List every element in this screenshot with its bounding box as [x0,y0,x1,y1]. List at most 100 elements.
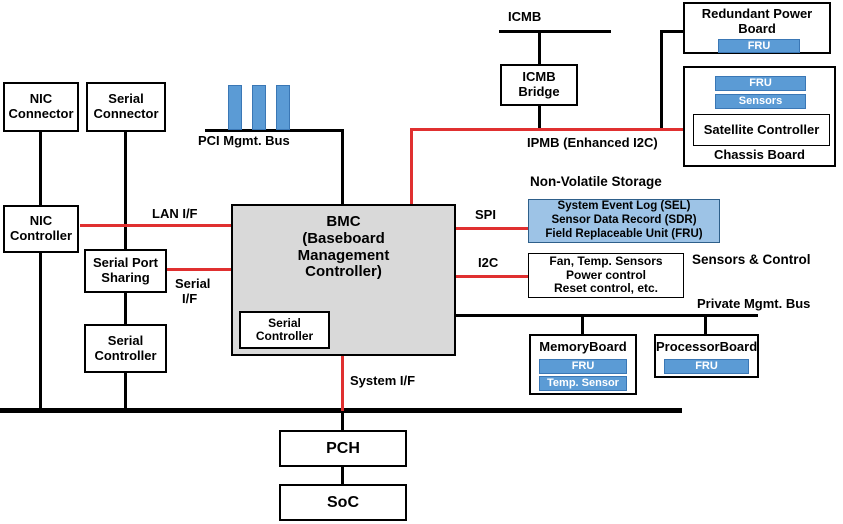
sensors-control-box[interactable]: Fan, Temp. Sensors Power control Reset c… [528,253,684,298]
serial-if-label-2: I/F [182,291,198,306]
serial-controller-label-1: Serial [107,332,144,348]
bmc-label-2: (Baseboard [302,229,385,247]
pch-label: PCH [326,439,360,457]
soc-box[interactable]: SoC [279,484,407,521]
icmb-bridge-label-2: Bridge [518,84,560,99]
nic-controller-label-2: Controller [9,228,73,243]
line-rpb-to-ipmb [660,30,663,130]
memory-board-label: MemoryBoard [539,339,627,354]
redundant-power-board-label-1: Redundant Power [701,6,813,21]
processor-board-fru-badge: FRU [664,359,749,374]
serial-port-sharing-label-1: Serial Port [92,255,159,271]
line-lan-if [80,224,232,227]
processor-board-label: ProcessorBoard [656,339,758,354]
nvs-line-2: Sensor Data Record (SDR) [551,214,697,227]
fru-badge-label: FRU [747,39,771,52]
line-pci-bus-to-bmc [341,129,344,206]
non-volatile-storage-label: Non-Volatile Storage [530,174,662,189]
pci-slot-bar-3 [276,85,290,130]
serial-connector-label-1: Serial [108,91,144,107]
satellite-controller-label: Satellite Controller [703,121,820,137]
memory-board-temp-sensor-badge: Temp. Sensor [539,376,627,391]
line-pch-to-soc [341,466,344,485]
spi-label: SPI [475,207,496,222]
line-serial-connector-to-sharing [124,131,127,250]
line-icmb-bus [499,30,611,33]
line-sharing-to-serial-controller [124,292,127,325]
line-rpb-stub [660,30,684,33]
serial-port-sharing-box[interactable]: Serial Port Sharing [84,249,167,293]
memory-board-temp-sensor-label: Temp. Sensor [547,377,619,389]
serial-controller-label-2: Controller [94,347,157,363]
bmc-label-1: BMC [326,213,361,230]
satellite-controller-box[interactable]: Satellite Controller [693,114,830,146]
serial-connector-box[interactable]: Serial Connector [86,82,166,132]
line-bmc-to-private-bus-h [455,314,758,317]
line-system-if [341,355,344,411]
sensors-box-line-1: Fan, Temp. Sensors [549,254,663,269]
processor-board-fru-label: FRU [695,360,718,372]
line-private-bus-to-processorboard [704,314,707,334]
line-nic-connector-to-controller [39,131,42,211]
bmc-serial-controller-box[interactable]: Serial Controller [239,311,330,349]
bmc-label-4: Controller) [305,263,382,281]
ipmb-label: IPMB (Enhanced I2C) [527,135,658,150]
line-pci-mgmt-bus [205,129,344,132]
sensors-box-line-3: Reset control, etc. [553,281,659,296]
bmc-box[interactable]: BMC (Baseboard Management Controller) Se… [231,204,456,356]
chassis-fru-badge: FRU [715,76,806,91]
redundant-power-board-label-2: Board [738,20,776,36]
bmc-title-group: BMC (Baseboard Management Controller) [233,213,454,281]
nvs-line-1: System Event Log (SEL) [557,200,691,213]
diagram-canvas: NIC Connector Serial Connector NIC Contr… [0,0,843,524]
nvs-line-3: Field Replaceable Unit (FRU) [545,227,703,240]
line-bridge-to-ipmb [538,105,541,130]
line-i2c [455,275,528,278]
serial-controller-box[interactable]: Serial Controller [84,324,167,373]
chassis-fru-label: FRU [749,77,772,89]
nic-controller-label-1: NIC [29,213,53,229]
serial-port-sharing-label-2: Sharing [101,270,150,285]
line-spi [455,227,528,230]
processor-board-box[interactable]: ProcessorBoard FRU [654,334,759,378]
line-icmb-to-bridge [538,30,541,64]
lan-if-label: LAN I/F [152,206,198,221]
nic-connector-label-2: Connector [8,106,74,121]
system-if-label: System I/F [350,373,416,388]
memory-board-fru-badge: FRU [539,359,627,374]
line-ipmb-h [410,128,720,131]
nic-connector-box[interactable]: NIC Connector [3,82,79,132]
memory-board-fru-label: FRU [571,360,595,372]
bmc-serial-controller-label-2: Controller [255,329,314,343]
non-volatile-storage-box[interactable]: System Event Log (SEL) Sensor Data Recor… [528,199,720,243]
pci-mgmt-bus-label: PCI Mgmt. Bus [198,133,290,148]
chassis-board-box[interactable]: FRU Sensors Satellite Controller Chassis… [683,66,836,167]
line-private-bus-to-memoryboard [581,314,584,334]
redundant-power-board-fru-badge: FRU [718,39,800,53]
pci-slot-bar-2 [252,85,266,130]
icmb-bridge-label-1: ICMB [522,69,556,85]
memory-board-box[interactable]: MemoryBoard FRU Temp. Sensor [529,334,637,395]
sensors-box-line-2: Power control [565,267,646,282]
chassis-sensors-badge: Sensors [715,94,806,109]
redundant-power-board-title: Redundant Power Board [685,6,829,36]
nic-connector-label-1: NIC [29,91,53,107]
sensors-and-control-label: Sensors & Control [692,252,811,267]
serial-connector-label-2: Connector [93,106,159,121]
i2c-label: I2C [478,255,499,270]
icmb-label: ICMB [508,9,542,24]
chassis-board-label: Chassis Board [713,147,806,162]
line-serial-controller-to-bus [124,372,127,411]
chassis-sensors-label: Sensors [738,95,783,107]
private-mgmt-bus-label: Private Mgmt. Bus [697,296,811,311]
redundant-power-board-box[interactable]: Redundant Power Board FRU [683,2,831,54]
icmb-bridge-box[interactable]: ICMB Bridge [500,64,578,106]
pci-slot-bar-1 [228,85,242,130]
line-nic-controller-to-bus [39,252,42,411]
soc-label: SoC [327,493,359,511]
nic-controller-box[interactable]: NIC Controller [3,205,79,253]
line-bus-to-pch [341,412,344,431]
line-ipmb-v [410,128,413,207]
bmc-label-3: Management [297,246,390,264]
pch-box[interactable]: PCH [279,430,407,467]
